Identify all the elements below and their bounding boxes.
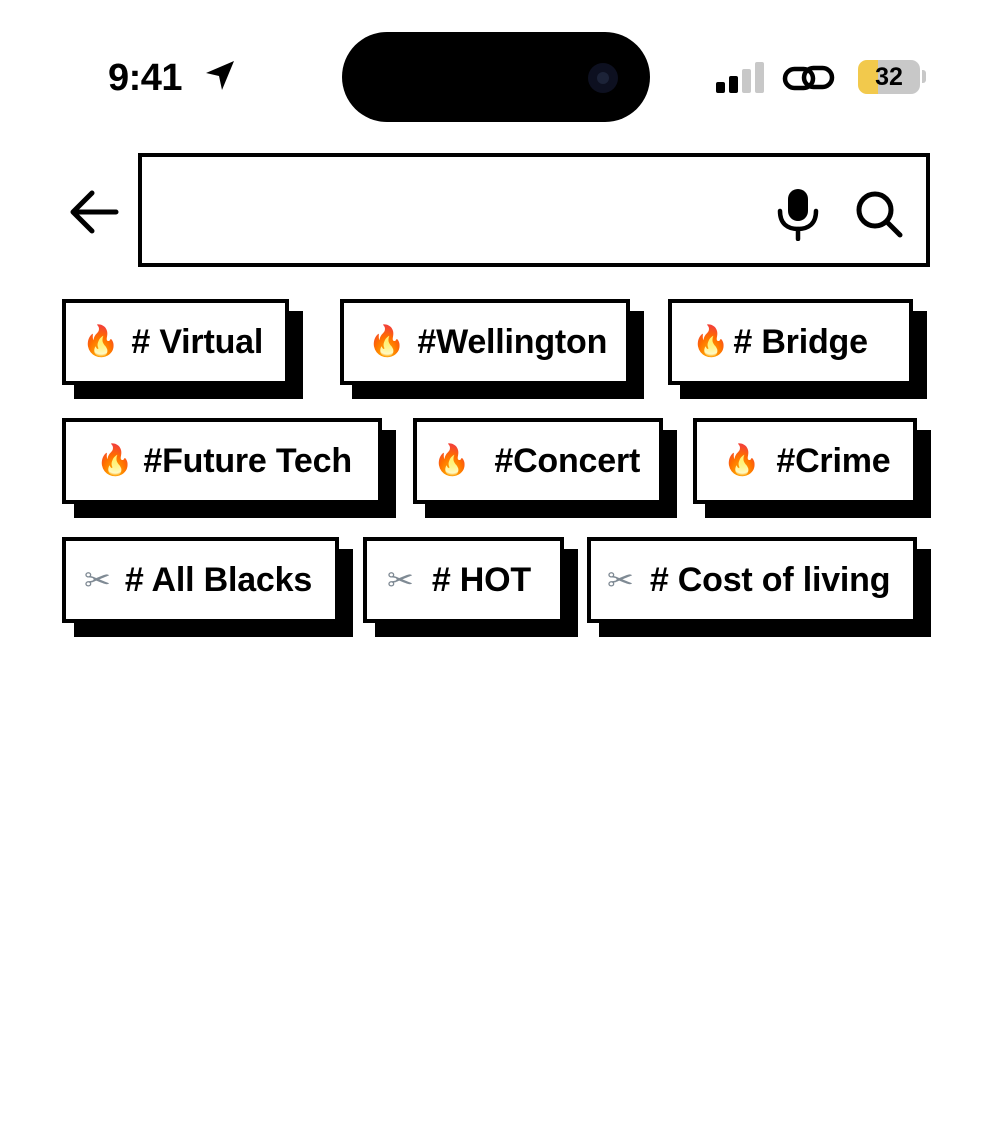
location-arrow-icon — [206, 61, 234, 90]
battery-level: 32 — [875, 63, 903, 91]
fire-icon: 🔥 — [368, 324, 406, 359]
status-time: 9:41 — [108, 57, 183, 99]
fire-icon: 🔥 — [692, 324, 730, 359]
tag-label: # HOT — [431, 561, 531, 599]
scissors-icon: ✂ — [387, 561, 414, 599]
tag-label: # Virtual — [131, 323, 264, 361]
back-arrow-icon[interactable] — [64, 184, 122, 240]
tag-crime[interactable]: 🔥 #Crime — [693, 418, 931, 518]
fire-icon: 🔥 — [433, 443, 471, 478]
battery-nub — [922, 70, 926, 83]
camera-icon — [588, 63, 618, 93]
search-input[interactable] — [152, 177, 752, 243]
tag-label: #Wellington — [417, 323, 608, 361]
tag-cost-of-living[interactable]: ✂ # Cost of living — [587, 537, 931, 637]
fire-icon: 🔥 — [96, 443, 134, 478]
tag-wellington[interactable]: 🔥 #Wellington — [340, 299, 644, 399]
tag-future-tech[interactable]: 🔥 #Future Tech — [62, 418, 396, 518]
tag-virtual[interactable]: 🔥 # Virtual — [62, 299, 303, 399]
tag-label: #Concert — [494, 442, 641, 480]
tag-label: #Crime — [776, 442, 891, 480]
fire-icon: 🔥 — [723, 443, 761, 478]
search-bar[interactable] — [138, 153, 930, 267]
scissors-icon: ✂ — [84, 561, 111, 599]
tag-hot[interactable]: ✂ # HOT — [363, 537, 578, 637]
microphone-icon[interactable] — [772, 187, 824, 241]
tag-label: # Bridge — [733, 323, 868, 361]
tag-label: # Cost of living — [649, 561, 891, 599]
tag-bridge[interactable]: 🔥 # Bridge — [668, 299, 927, 399]
signal-icon — [716, 62, 764, 93]
tag-concert[interactable]: 🔥 #Concert — [413, 418, 677, 518]
tag-all-blacks[interactable]: ✂ # All Blacks — [62, 537, 353, 637]
tag-label: #Future Tech — [143, 442, 352, 480]
link-icon — [782, 65, 835, 91]
scissors-icon: ✂ — [607, 561, 634, 599]
tag-label: # All Blacks — [124, 561, 313, 599]
search-icon[interactable] — [854, 189, 904, 239]
fire-icon: 🔥 — [82, 324, 120, 359]
battery-icon: 32 — [858, 60, 920, 94]
